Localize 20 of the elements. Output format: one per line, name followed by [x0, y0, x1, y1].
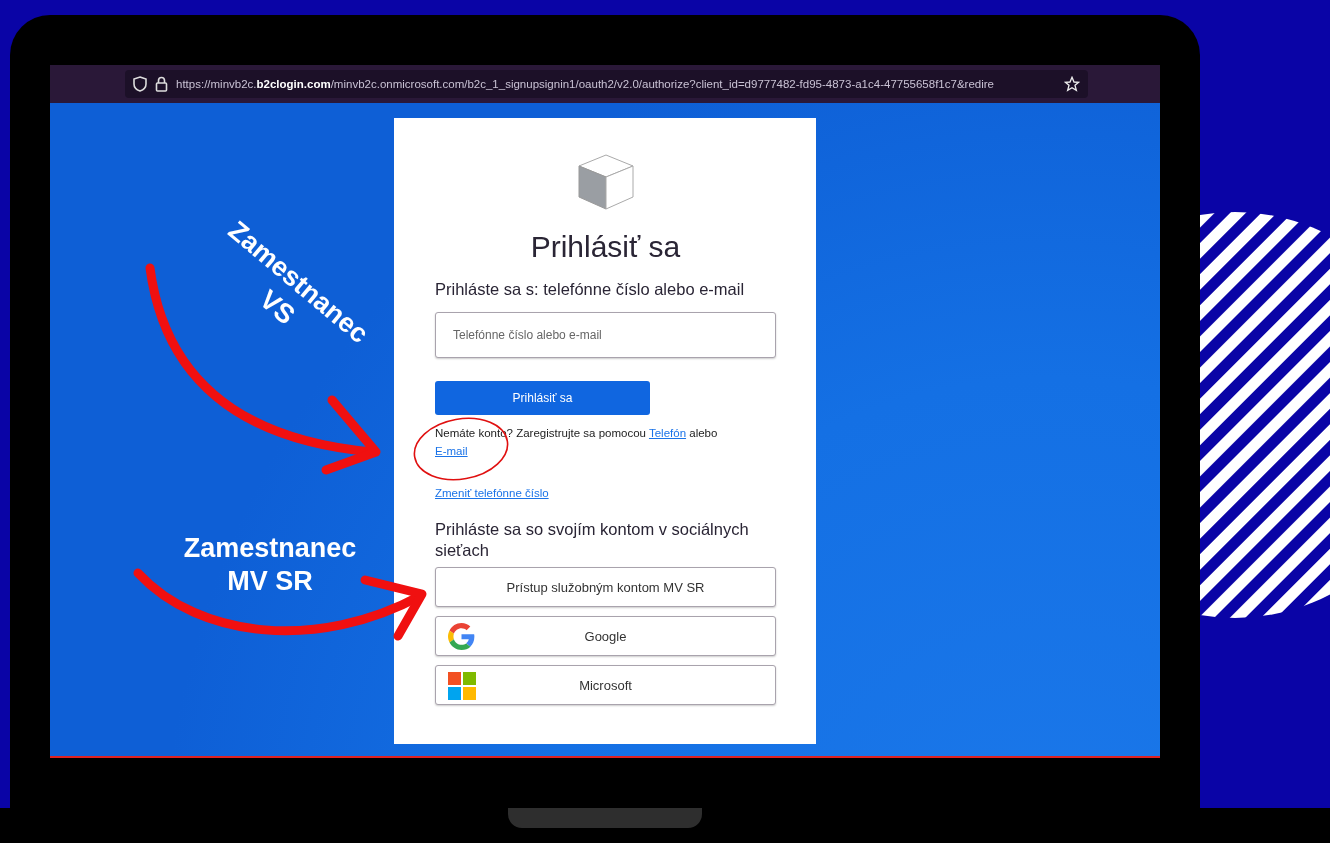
email-link[interactable]: E-mail [435, 445, 468, 457]
annotation-text: Zamestnanec MV SR [182, 532, 358, 598]
google-logo-icon [448, 623, 475, 650]
url-text: https://minvb2c.b2clogin.com/minvb2c.onmicrosoft.com/b2c_1_signupsignin1/oauth2/v2.0/authorize?client_id=d9777482-fd95-4873-a1c4-47755658f1c7&redire [176, 78, 995, 90]
sign-in-button[interactable]: Prihlásiť sa [435, 381, 650, 415]
cube-icon [576, 154, 635, 210]
social-sign-in-button[interactable]: Prístup služobným kontom MV SR [435, 567, 776, 607]
phone-link[interactable]: Telefón [648, 427, 687, 439]
social-sign-in-button[interactable]: Google [435, 616, 776, 656]
lock-icon [155, 76, 168, 92]
social-sign-in-button[interactable]: Microsoft [435, 665, 776, 705]
star-icon[interactable] [1064, 76, 1080, 92]
address-bar[interactable]: https://minvb2c.b2clogin.com/minvb2c.onmicrosoft.com/b2c_1_signupsignin1/oauth2/v2.0/authorize?client_id=d9777482-fd95-4873-a1c4-47755658f1c7&redire [125, 70, 1088, 98]
microsoft-logo-icon [448, 672, 476, 700]
shield-icon [133, 76, 147, 92]
social-heading: Prihláste sa so svojím kontom v sociálnych sieťach [435, 519, 750, 561]
input-field[interactable]: Telefónne číslo alebo e-mail [435, 312, 776, 358]
sign-in-label: Prihláste sa s: telefónne číslo alebo e-mail [435, 280, 746, 299]
page-title: Prihlásiť sa [529, 230, 682, 264]
change-phone-link[interactable]: Zmeniť telefónne číslo [435, 487, 549, 499]
